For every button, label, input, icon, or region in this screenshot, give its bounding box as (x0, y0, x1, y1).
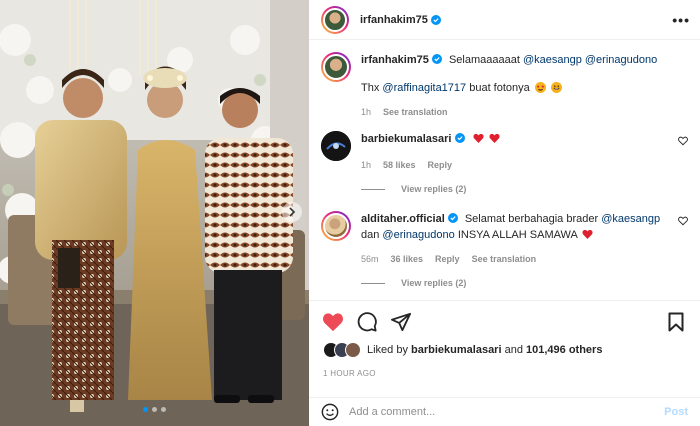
comment-text-part: Selamat berbahagia brader (464, 213, 602, 225)
comment-bubble-icon (357, 311, 377, 332)
comment-button[interactable] (355, 310, 379, 334)
star-struck-emoji-icon (534, 82, 546, 93)
carousel-dot (152, 407, 157, 412)
mention-link[interactable]: @kaesangp (601, 213, 660, 225)
comments-list: irfanhakim75 Selamaaaaaat @kaesangp @eri… (309, 41, 700, 299)
comment-text-part: dan (361, 229, 383, 241)
share-button[interactable] (389, 310, 413, 334)
comment-text-part: buat fotonya (466, 82, 530, 94)
comment-text: irfanhakim75 Selamaaaaaat @kaesangp @eri… (361, 52, 668, 68)
liker-avatars (323, 342, 361, 358)
commenter-avatar[interactable] (321, 131, 351, 161)
liker-username[interactable]: barbiekumalasari (411, 344, 502, 356)
carousel-dots (0, 407, 309, 412)
liker-avatar[interactable] (345, 342, 361, 358)
save-button[interactable] (664, 310, 688, 334)
mention-link[interactable]: @erinagudono (585, 54, 657, 66)
view-replies-label: View replies (2) (401, 184, 467, 194)
post-photo (0, 0, 309, 426)
bookmark-icon (668, 312, 684, 331)
post-details-panel: irfanhakim75 ••• irfanhakim75 Selamaaaaa… (309, 0, 700, 426)
comment-item: alditaher.official Selamat berbahagia br… (321, 211, 688, 267)
comment-text-part: Selamaaaaaat (448, 54, 523, 66)
red-heart-emoji-icon (582, 229, 593, 240)
divider-line (361, 188, 385, 190)
paper-plane-icon (391, 312, 411, 331)
comment-text: barbiekumalasari (361, 131, 668, 147)
post-header: irfanhakim75 ••• (309, 0, 700, 40)
commenter-avatar[interactable] (321, 52, 351, 82)
author-avatar[interactable] (321, 5, 349, 34)
red-heart-emoji-icon (472, 133, 484, 144)
post-actions-bar (309, 300, 700, 342)
mention-link[interactable]: @raffinagita1717 (382, 82, 466, 94)
comment-text-line2: dan @erinagudono INSYA ALLAH SAMAWA (361, 227, 668, 243)
comment-text-part: INSYA ALLAH SAMAWA (454, 229, 581, 241)
view-replies-button[interactable]: View replies (2) (361, 184, 466, 194)
verified-badge-icon (430, 14, 441, 25)
likes-count[interactable]: 101,496 others (526, 344, 602, 356)
carousel-dot (143, 407, 148, 412)
verified-badge-icon (454, 133, 465, 143)
comment-likes[interactable]: 36 likes (391, 251, 424, 267)
commenter-avatar[interactable] (321, 211, 351, 241)
author-username[interactable]: irfanhakim75 (360, 14, 428, 26)
comment-body: irfanhakim75 Selamaaaaaat @kaesangp @eri… (361, 52, 668, 120)
comment-meta: 56m 36 likes Reply See translation (361, 251, 668, 267)
like-button[interactable] (321, 310, 345, 334)
more-options-icon[interactable]: ••• (672, 12, 690, 28)
comment-likes[interactable]: 58 likes (383, 157, 416, 173)
grinning-emoji-icon (550, 82, 562, 93)
verified-badge-icon (447, 213, 458, 223)
divider-line (361, 282, 385, 284)
caption-comment: irfanhakim75 Selamaaaaaat @kaesangp @eri… (321, 52, 688, 120)
comment-input[interactable] (349, 406, 665, 418)
verified-badge-icon (431, 54, 442, 64)
heart-outline-icon (678, 136, 688, 146)
add-comment-bar: Post (309, 397, 700, 426)
commenter-username[interactable]: barbiekumalasari (361, 133, 452, 145)
comment-item: barbiekumalasari 1h 58 likes Reply (321, 131, 688, 173)
carousel-next-button[interactable] (282, 202, 302, 222)
post-comment-button[interactable]: Post (664, 406, 688, 418)
heart-filled-icon (322, 312, 344, 331)
post-timestamp: 1 HOUR AGO (323, 369, 376, 378)
see-translation-link[interactable]: See translation (472, 251, 537, 267)
comment-text-part: Thx (361, 82, 383, 94)
comment-body: alditaher.official Selamat berbahagia br… (361, 211, 668, 267)
mention-link[interactable]: @kaesangp (523, 54, 582, 66)
reply-button[interactable]: Reply (428, 157, 453, 173)
likes-prefix: Liked by (367, 344, 412, 356)
comment-time: 56m (361, 254, 379, 264)
comment-body: barbiekumalasari 1h 58 likes Reply (361, 131, 668, 173)
likes-summary: Liked by barbiekumalasari and 101,496 ot… (323, 342, 602, 358)
red-heart-emoji-icon (489, 133, 500, 144)
comment-meta: 1h See translation (361, 104, 668, 120)
commenter-username[interactable]: irfanhakim75 (361, 54, 429, 66)
carousel-dot (161, 407, 166, 412)
wedding-photo-illustration (0, 0, 309, 426)
view-replies-label: View replies (2) (401, 278, 467, 288)
comment-like-button[interactable] (678, 216, 688, 229)
comment-time: 1h (361, 160, 372, 170)
chevron-right-icon (289, 207, 296, 217)
comment-meta: 1h 58 likes Reply (361, 157, 668, 173)
mention-link[interactable]: @erinagudono (382, 229, 454, 241)
view-replies-button[interactable]: View replies (2) (361, 278, 466, 288)
comment-text-line2: Thx @raffinagita1717 buat fotonya (361, 80, 668, 96)
see-translation-link[interactable]: See translation (383, 104, 448, 120)
heart-outline-icon (678, 216, 688, 226)
comment-time: 1h (361, 107, 372, 117)
comment-text: alditaher.official Selamat berbahagia br… (361, 211, 668, 227)
commenter-username[interactable]: alditaher.official (361, 213, 445, 225)
comment-like-button[interactable] (678, 136, 688, 149)
reply-button[interactable]: Reply (435, 251, 460, 267)
emoji-picker-icon[interactable] (321, 403, 339, 421)
likes-middle: and (501, 344, 526, 356)
